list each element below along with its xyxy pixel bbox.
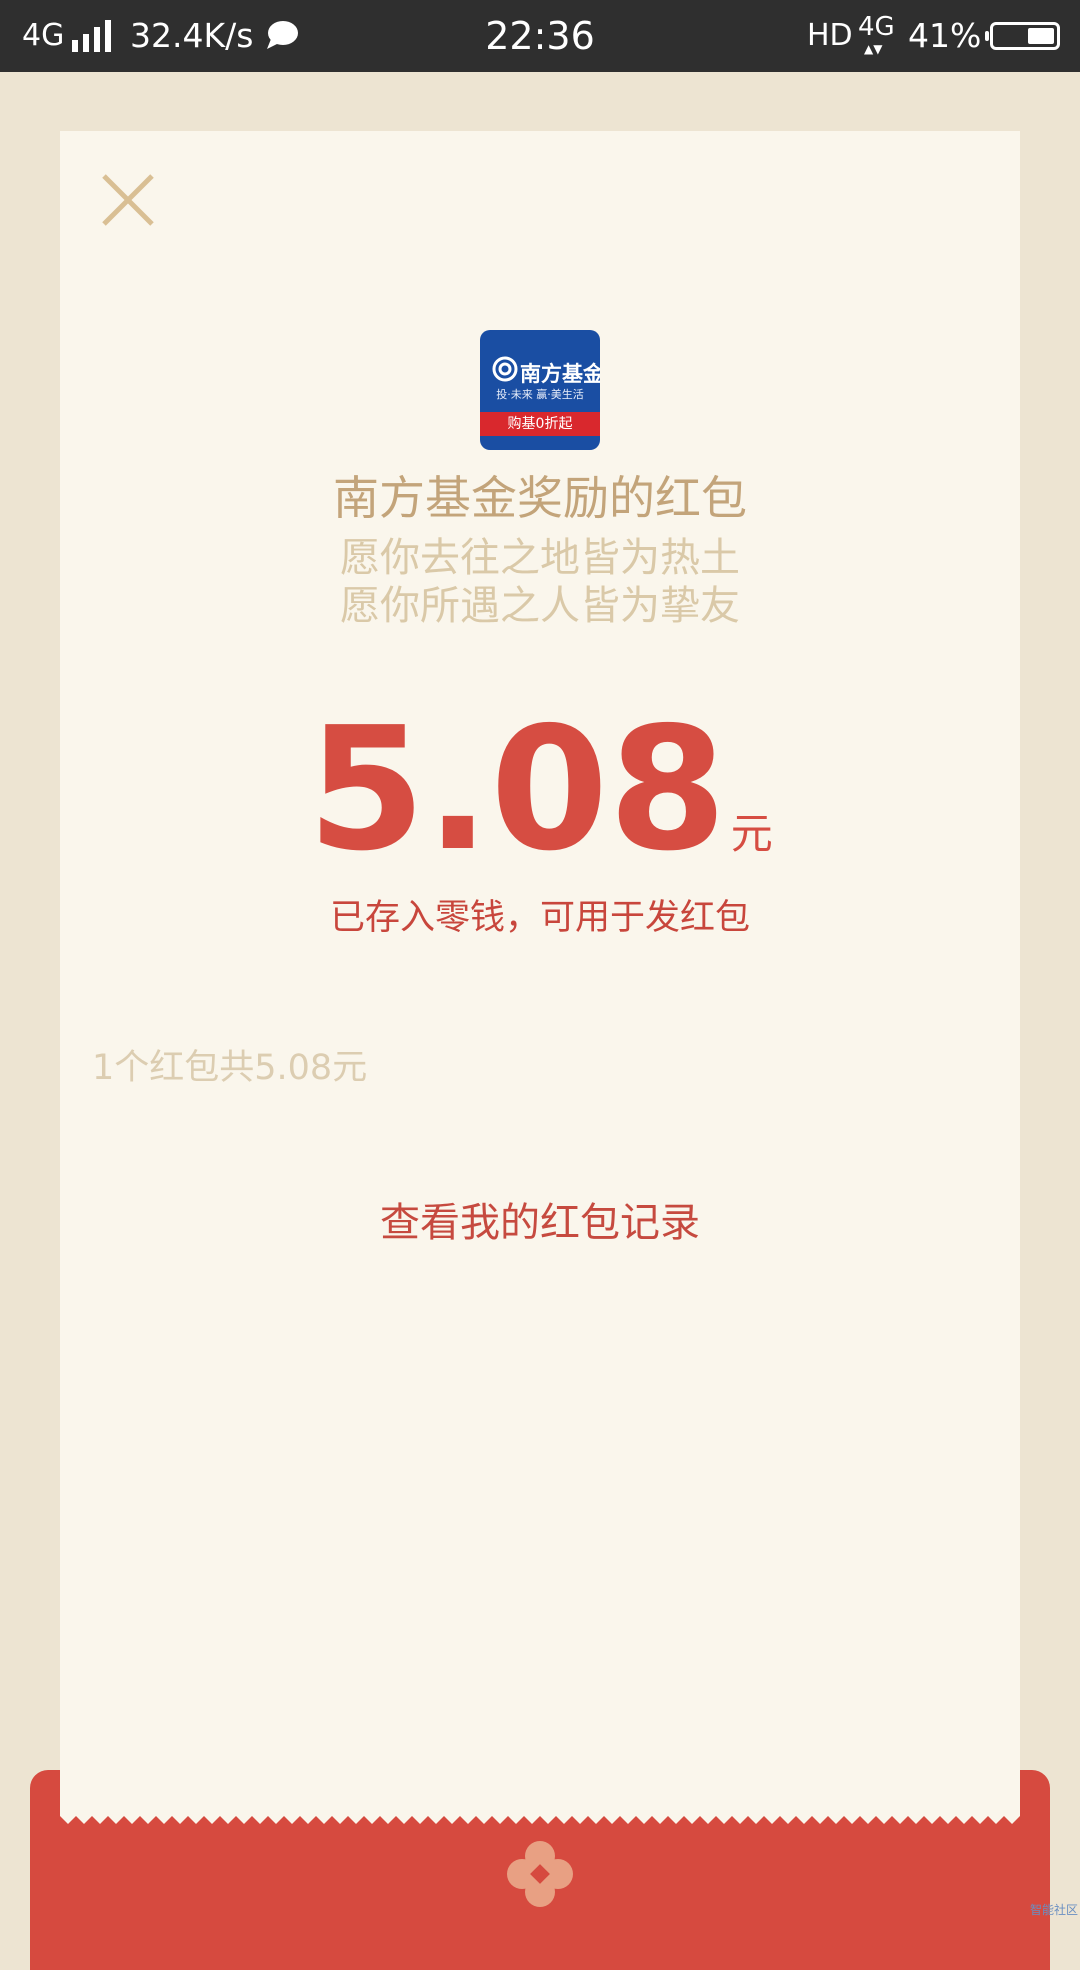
data-arrows-icon: ▲▼ xyxy=(864,42,883,56)
amount-display: 5.08元 xyxy=(60,700,1020,880)
logo-ribbon: 购基0折起 xyxy=(480,412,600,436)
amount-unit: 元 xyxy=(730,809,773,858)
close-icon[interactable] xyxy=(100,172,156,228)
logo-brand: 南方基金 xyxy=(520,362,600,386)
sender-logo: 南方基金 投·未来 赢·美生活 购基0折起 xyxy=(480,330,600,450)
logo-tagline: 投·未来 赢·美生活 xyxy=(496,388,584,401)
battery-percent: 41% xyxy=(908,16,982,55)
packet-summary: 1个红包共5.08元 xyxy=(92,1048,368,1088)
network-type-secondary: 4G ▲▼ xyxy=(858,12,898,62)
amount-value: 5.08 xyxy=(307,691,727,889)
saved-note[interactable]: 已存入零钱，可用于发红包 xyxy=(60,888,1020,948)
view-records-link[interactable]: 查看我的红包记录 xyxy=(60,1190,1020,1256)
battery-icon xyxy=(985,22,1060,50)
swirl-icon xyxy=(492,356,518,382)
flower-icon xyxy=(507,1841,573,1907)
hd-indicator: HD xyxy=(807,18,853,53)
wish-line-2: 愿你所遇之人皆为挚友 xyxy=(340,583,740,629)
card-torn-edge xyxy=(60,1812,1020,1824)
packet-title: 南方基金奖励的红包 xyxy=(333,471,747,525)
watermark: 智能社区 xyxy=(1029,1903,1078,1917)
status-bar: 4G 32.4K/s 22:36 HD 4G ▲▼ 41% xyxy=(0,0,1080,72)
network-type-label: 4G xyxy=(858,12,895,42)
